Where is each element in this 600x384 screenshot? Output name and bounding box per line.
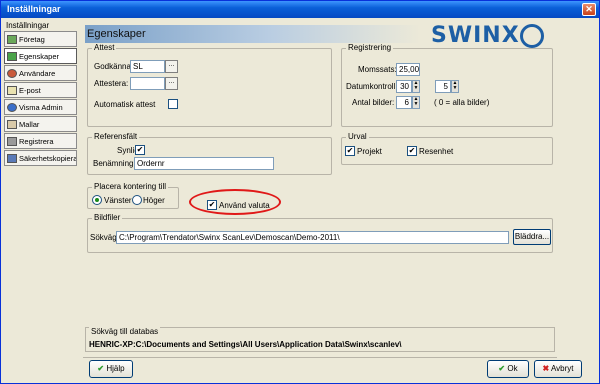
visma-icon [7, 102, 17, 112]
sidebar-item-epost[interactable]: E-post [4, 82, 77, 98]
attestera-label: Attestera: [94, 79, 129, 88]
benamning-field[interactable]: Ordernr [134, 157, 274, 170]
help-button[interactable]: ✔ Hjälp [89, 360, 133, 378]
highlight-annotation [189, 189, 281, 215]
sidebar-item-mallar[interactable]: Mallar [4, 116, 77, 132]
momssats-label: Momssats: [358, 65, 397, 74]
attest-legend: Attest [92, 43, 117, 52]
godkanna-browse-button[interactable]: ... [165, 60, 178, 73]
antal-bilder-hint: ( 0 = alla bilder) [434, 98, 490, 107]
godkanna-label: Godkänna: [94, 62, 134, 71]
footer-divider [83, 357, 557, 358]
database-path: HENRIC-XP:C:\Documents and Settings\All … [89, 340, 402, 349]
sidebar-item-label: Registrera [19, 136, 54, 146]
check-icon: ✔ [97, 364, 105, 373]
vanster-radio[interactable] [92, 195, 102, 205]
datumkontroll-spinner-1[interactable]: ▲ ▼ [412, 80, 420, 93]
auto-attest-checkbox[interactable] [168, 99, 178, 109]
backup-icon [7, 153, 17, 163]
database-legend: Sökväg till databas [89, 327, 161, 336]
projekt-checkbox[interactable]: ✔ [345, 146, 355, 156]
swinx-logo: SWINX [431, 23, 520, 48]
browse-button[interactable]: Bläddra... [513, 229, 551, 245]
registrering-legend: Registrering [346, 43, 394, 52]
hoger-radio[interactable] [132, 195, 142, 205]
kontering-legend: Placera kontering till [92, 182, 169, 191]
sidebar-item-sakerhetskopiera[interactable]: Säkerhetskopiera [4, 150, 77, 166]
sidebar-item-label: Användare [19, 68, 56, 78]
settings-icon [7, 51, 17, 61]
antal-bilder-field[interactable]: 6 [396, 96, 412, 109]
sidebar-item-registrera[interactable]: Registrera [4, 133, 77, 149]
hoger-label: Höger [143, 196, 165, 205]
resenhet-checkbox[interactable]: ✔ [407, 146, 417, 156]
sidebar-header: Inställningar [6, 21, 50, 30]
page-title: Egenskaper [85, 25, 420, 43]
datumkontroll-spinner-2[interactable]: ▲ ▼ [451, 80, 459, 93]
close-button[interactable]: ✕ [582, 3, 596, 16]
antal-bilder-spinner[interactable]: ▲ ▼ [412, 96, 420, 109]
sidebar-item-label: Säkerhetskopiera [19, 153, 77, 163]
sidebar-item-label: Mallar [19, 119, 40, 129]
sidebar-item-visma-admin[interactable]: Visma Admin [4, 99, 77, 115]
sidebar-item-label: Visma Admin [19, 102, 63, 112]
settings-window: Inställningar ✕ Inställningar Företag Eg… [0, 0, 600, 384]
attestera-browse-button[interactable]: ... [165, 77, 178, 90]
check-icon: ✔ [498, 364, 506, 373]
urval-legend: Urval [346, 132, 369, 141]
vanster-label: Vänster [104, 196, 132, 205]
cancel-label: Avbryt [550, 364, 574, 373]
cancel-button[interactable]: ✖ Avbryt [534, 360, 582, 378]
sokvag-field[interactable]: C:\Program\Trendator\Swinx ScanLev\Demos… [116, 231, 509, 244]
attestera-field[interactable] [130, 77, 165, 90]
projekt-label: Projekt [357, 147, 382, 156]
sidebar-item-label: Egenskaper [19, 51, 60, 61]
bildfiler-legend: Bildfiler [92, 213, 123, 222]
window-title: Inställningar [1, 1, 599, 18]
ok-label: Ok [507, 364, 518, 373]
godkanna-field[interactable]: SL [130, 60, 165, 73]
logo-clock-icon [520, 24, 544, 48]
help-label: Hjälp [106, 364, 125, 373]
synligt-checkbox[interactable]: ✔ [135, 145, 145, 155]
antal-bilder-label: Antal bilder: [352, 98, 395, 107]
resenhet-label: Resenhet [419, 147, 454, 156]
template-icon [7, 119, 17, 129]
mail-icon [7, 85, 17, 95]
datumkontroll-field-2[interactable]: 5 [435, 80, 451, 93]
users-icon [7, 68, 17, 78]
register-icon [7, 136, 17, 146]
auto-attest-label: Automatisk attest [94, 100, 156, 109]
sidebar-item-label: E-post [19, 85, 41, 95]
notebook-icon [7, 34, 17, 44]
database-path-group: Sökväg till databas HENRIC-XP:C:\Documen… [85, 327, 555, 352]
ok-button[interactable]: ✔ Ok [487, 360, 529, 378]
momssats-field[interactable]: 25,00 [396, 63, 420, 76]
sidebar-item-egenskaper[interactable]: Egenskaper [4, 48, 77, 64]
sidebar: Inställningar Företag Egenskaper Använda… [4, 20, 77, 166]
referensfalt-legend: Referensfält [92, 132, 140, 141]
benamning-label: Benämning: [93, 159, 136, 168]
sidebar-item-label: Företag [19, 34, 45, 44]
cancel-icon: ✖ [542, 364, 550, 373]
datumkontroll-field-1[interactable]: 30 [396, 80, 412, 93]
sidebar-item-anvandare[interactable]: Användare [4, 65, 77, 81]
sidebar-item-foretag[interactable]: Företag [4, 31, 77, 47]
datumkontroll-label: Datumkontroll: [346, 82, 398, 91]
sokvag-label: Sökväg: [90, 233, 119, 242]
